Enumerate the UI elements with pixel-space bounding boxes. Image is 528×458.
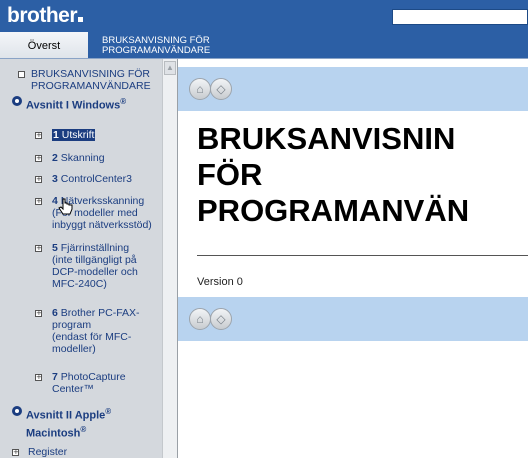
toc-item-3[interactable]: 3 ControlCenter3 (52, 173, 132, 185)
toc-section-windows[interactable]: Avsnitt I Windows® (26, 95, 126, 113)
toc-item-manual-line1: BRUKSANVISNING FÖR (31, 68, 151, 80)
expand-icon[interactable]: + (35, 198, 42, 205)
expand-icon[interactable]: + (35, 132, 42, 139)
toc-section-macintosh[interactable]: Avsnitt II Apple® Macintosh® (26, 405, 111, 440)
toc-item-1[interactable]: 1 Utskrift (52, 129, 96, 141)
toc-item-manual-line2: PROGRAMANVÄNDARE (31, 80, 151, 92)
tab-home[interactable]: Överst (0, 32, 89, 58)
toc-item-5[interactable]: 5 Fjärrinställning (inte tillgängligt på… (52, 242, 162, 290)
home-icon[interactable]: ⌂ (189, 78, 211, 100)
search-input[interactable] (392, 9, 528, 25)
nav-bar-bottom: ⌂ ◇ (178, 297, 528, 341)
expand-icon[interactable]: + (35, 374, 42, 381)
section-bullet-icon (12, 96, 22, 106)
version-text: Version 0 (197, 276, 243, 288)
brother-logo[interactable]: brother (7, 4, 83, 28)
page-title: BRUKSANVISNIN FÖR PROGRAMANVÄN (197, 121, 470, 228)
tab-software-manual[interactable]: BRUKSANVISNING FÖR PROGRAMANVÄNDARE (88, 32, 528, 58)
sidebar-scrollbar[interactable]: ▲ (162, 59, 178, 458)
sidebar-toc: BRUKSANVISNING FÖR PROGRAMANVÄNDARE Avsn… (0, 59, 162, 458)
back-icon[interactable]: ◇ (210, 78, 232, 100)
tab-manual-line2: PROGRAMANVÄNDARE (102, 45, 211, 56)
expand-icon[interactable]: + (12, 449, 19, 456)
logo-text: brother (7, 4, 78, 27)
expand-icon[interactable]: + (35, 155, 42, 162)
header-bar: brother (0, 0, 528, 32)
section-bullet-icon (12, 406, 22, 416)
content-pane: ⌂ ◇ BRUKSANVISNIN FÖR PROGRAMANVÄN Versi… (178, 59, 528, 458)
hand-cursor-icon (58, 198, 73, 215)
expand-icon[interactable]: + (35, 176, 42, 183)
toc-item-2[interactable]: 2 Skanning (52, 152, 105, 164)
expand-icon[interactable]: + (35, 245, 42, 252)
title-divider (197, 255, 528, 256)
toc-item-7[interactable]: 7 PhotoCapture Center™ (52, 371, 162, 395)
toc-item-register[interactable]: Register (28, 446, 67, 458)
home-icon[interactable]: ⌂ (189, 308, 211, 330)
toc-item-6[interactable]: 6 Brother PC-FAX- program (endast för MF… (52, 307, 162, 355)
expand-icon[interactable]: + (35, 310, 42, 317)
page-icon (18, 71, 25, 78)
scroll-up-arrow-icon[interactable]: ▲ (164, 61, 176, 75)
toc-item-manual[interactable]: BRUKSANVISNING FÖR PROGRAMANVÄNDARE (31, 68, 159, 92)
nav-bar-top: ⌂ ◇ (178, 67, 528, 111)
back-icon[interactable]: ◇ (210, 308, 232, 330)
